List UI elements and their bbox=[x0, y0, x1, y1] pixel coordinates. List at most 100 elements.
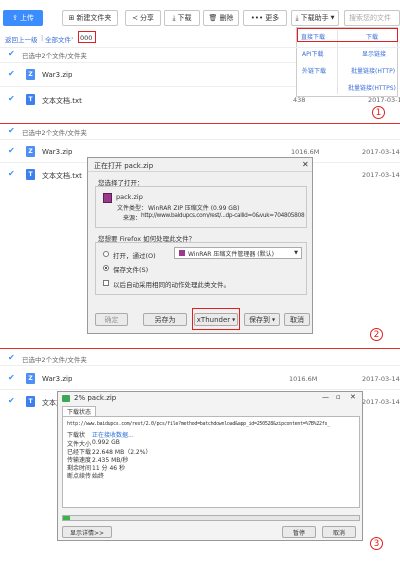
tab-download-status[interactable]: 下载状态 bbox=[62, 406, 96, 416]
resume-value: 始终 bbox=[92, 473, 105, 480]
download-status-icon bbox=[62, 395, 70, 402]
progress-bar bbox=[62, 515, 360, 521]
new-folder-button[interactable]: ⊞ 新建文件夹 bbox=[62, 10, 118, 26]
select-all-checkbox[interactable]: ✔ bbox=[8, 50, 15, 58]
show-details-button[interactable]: 显示详情>> bbox=[62, 526, 112, 538]
menu-item-download[interactable]: 下载 bbox=[366, 32, 378, 41]
action-group: 打开，通过(O) WinRAR 压缩文件管理器 (默认) ▼ 保存文件(S) 以… bbox=[95, 242, 307, 295]
select-all-checkbox[interactable]: ✔ bbox=[8, 127, 15, 135]
file-name[interactable]: 文本文档.txt bbox=[42, 171, 82, 181]
cancel-button[interactable]: 取消 bbox=[284, 313, 310, 326]
chevron-down-icon: ▼ bbox=[271, 317, 276, 322]
status-label: 下载状 bbox=[67, 432, 86, 439]
status-panel: http://www.baidupcs.com/rest/2.0/pcs/fil… bbox=[62, 416, 360, 508]
save-as-button[interactable]: 另存为 bbox=[143, 313, 187, 326]
file-type-value: WinRAR ZIP 压缩文件 (0.99 GB) bbox=[148, 205, 240, 212]
breadcrumb-all-files-link[interactable]: 全部文件 bbox=[45, 34, 71, 44]
share-button[interactable]: ≺ 分享 bbox=[125, 10, 161, 26]
divider bbox=[0, 389, 400, 390]
section-divider bbox=[0, 348, 400, 349]
open-with-label: 打开，通过(O) bbox=[113, 252, 156, 260]
save-file-radio[interactable] bbox=[103, 265, 109, 271]
auto-action-label: 以后自动采用相同的动作处理此类文件。 bbox=[113, 281, 230, 289]
size-value: 0.992 GB bbox=[92, 439, 120, 446]
file-name[interactable]: War3.zip bbox=[42, 71, 72, 79]
menu-item-show-link[interactable]: 显示链接 bbox=[362, 49, 386, 58]
upload-button[interactable]: ⇪ 上传 bbox=[3, 10, 43, 26]
step-number: 1 bbox=[372, 106, 385, 119]
chevron-down-icon: ▼ bbox=[294, 250, 298, 256]
open-file-dialog: 正在打开 pack.zip ✕ 您选择了打开： pack.zip 文件类型： W… bbox=[87, 157, 313, 334]
window-title: 2% pack.zip bbox=[74, 394, 117, 402]
save-to-button[interactable]: 保存到 ▼ bbox=[244, 313, 280, 326]
breadcrumb-current-folder: 000 bbox=[80, 34, 93, 42]
row-checkbox[interactable]: ✔ bbox=[8, 170, 15, 178]
close-icon[interactable]: ✕ bbox=[350, 393, 356, 401]
source-label: 来源： bbox=[123, 215, 142, 222]
pause-button[interactable]: 暂停 bbox=[282, 526, 316, 538]
breadcrumb-arrow: › bbox=[71, 34, 74, 42]
file-name[interactable]: 文本文档.txt bbox=[42, 96, 82, 106]
maximize-icon[interactable]: ▫ bbox=[336, 393, 341, 401]
more-dots-icon: ••• bbox=[250, 13, 264, 22]
resume-label: 断点续传 bbox=[67, 473, 92, 480]
download-icon: ⤓ bbox=[172, 13, 176, 22]
archive-file-icon bbox=[103, 193, 112, 203]
download-dropdown-menu: 直接下载 API下载 外链下载 下载 显示链接 批量链接(HTTP) 批量链接(… bbox=[296, 27, 398, 97]
batch-download-button[interactable]: ⤓ 下载助手 ▼ bbox=[291, 10, 339, 26]
open-with-app-select[interactable]: WinRAR 压缩文件管理器 (默认) ▼ bbox=[174, 247, 302, 259]
download-button[interactable]: ⤓ 下载 bbox=[164, 10, 200, 26]
cancel-button[interactable]: 取消 bbox=[322, 526, 356, 538]
save-file-label: 保存文件(S) bbox=[113, 266, 149, 274]
dialog-title-divider bbox=[88, 171, 312, 172]
search-input[interactable]: 搜索您的文件 bbox=[344, 10, 400, 26]
open-with-radio[interactable] bbox=[103, 251, 109, 257]
ok-button[interactable]: 确定 bbox=[95, 313, 128, 326]
file-date: 2017-03-1 bbox=[368, 96, 400, 104]
close-icon[interactable]: ✕ bbox=[302, 160, 309, 169]
file-name[interactable]: War3.zip bbox=[42, 148, 72, 156]
download-icon: ⤓ bbox=[295, 13, 299, 22]
menu-item-external-download[interactable]: 外链下载 bbox=[302, 66, 326, 75]
minimize-icon[interactable]: — bbox=[322, 393, 329, 401]
trash-icon: 🗑 bbox=[208, 13, 218, 22]
step-number: 2 bbox=[370, 328, 383, 341]
divider bbox=[0, 86, 296, 87]
zip-file-icon: Z bbox=[26, 146, 35, 157]
breadcrumb-back-link[interactable]: 返回上一级 bbox=[5, 34, 38, 44]
file-date: 2017-03-14 bbox=[362, 398, 400, 406]
auto-action-checkbox[interactable] bbox=[103, 280, 109, 286]
more-button[interactable]: ••• 更多 bbox=[243, 10, 287, 26]
download-url: http://www.baidupcs.com/rest/2.0/pcs/fil… bbox=[67, 421, 330, 427]
zip-file-icon: Z bbox=[26, 373, 35, 384]
chevron-down-icon: ▼ bbox=[232, 317, 236, 322]
menu-item-api-download[interactable]: API下载 bbox=[302, 49, 324, 58]
dialog-title: 正在打开 pack.zip bbox=[94, 162, 154, 170]
delete-button[interactable]: 🗑 删除 bbox=[203, 10, 239, 26]
divider bbox=[0, 62, 296, 63]
file-size: 1016.6M bbox=[289, 375, 318, 383]
file-info-group: pack.zip 文件类型： WinRAR ZIP 压缩文件 (0.99 GB)… bbox=[95, 186, 307, 228]
folder-plus-icon: ⊞ bbox=[68, 13, 75, 22]
row-checkbox[interactable]: ✔ bbox=[8, 374, 15, 382]
row-checkbox[interactable]: ✔ bbox=[8, 147, 15, 155]
divider bbox=[0, 365, 400, 366]
zip-file-icon: Z bbox=[26, 69, 35, 80]
file-name[interactable]: War3.zip bbox=[42, 375, 72, 383]
menu-item-batch-https[interactable]: 批量链接(HTTPS) bbox=[348, 83, 396, 92]
breadcrumb-separator: | bbox=[41, 34, 44, 42]
download-progress-window: 2% pack.zip — ▫ ✕ 下载状态 http://www.baidup… bbox=[57, 391, 363, 541]
row-checkbox[interactable]: ✔ bbox=[8, 70, 15, 78]
select-all-checkbox[interactable]: ✔ bbox=[8, 354, 15, 362]
file-type-label: 文件类型： bbox=[117, 205, 148, 212]
status-value: 正在接收数据... bbox=[92, 432, 134, 439]
row-checkbox[interactable]: ✔ bbox=[8, 95, 15, 103]
row-checkbox[interactable]: ✔ bbox=[8, 397, 15, 405]
selection-count: 已选中2个文件/文件夹 bbox=[22, 356, 87, 364]
selection-count: 已选中2个文件/文件夹 bbox=[22, 52, 87, 60]
menu-item-direct-download[interactable]: 直接下载 bbox=[301, 32, 325, 41]
xthunder-button[interactable]: xThunder ▼ bbox=[194, 313, 238, 326]
file-size: 438 bbox=[293, 96, 306, 104]
menu-item-batch-http[interactable]: 批量链接(HTTP) bbox=[351, 66, 395, 75]
text-file-icon: T bbox=[26, 94, 35, 105]
